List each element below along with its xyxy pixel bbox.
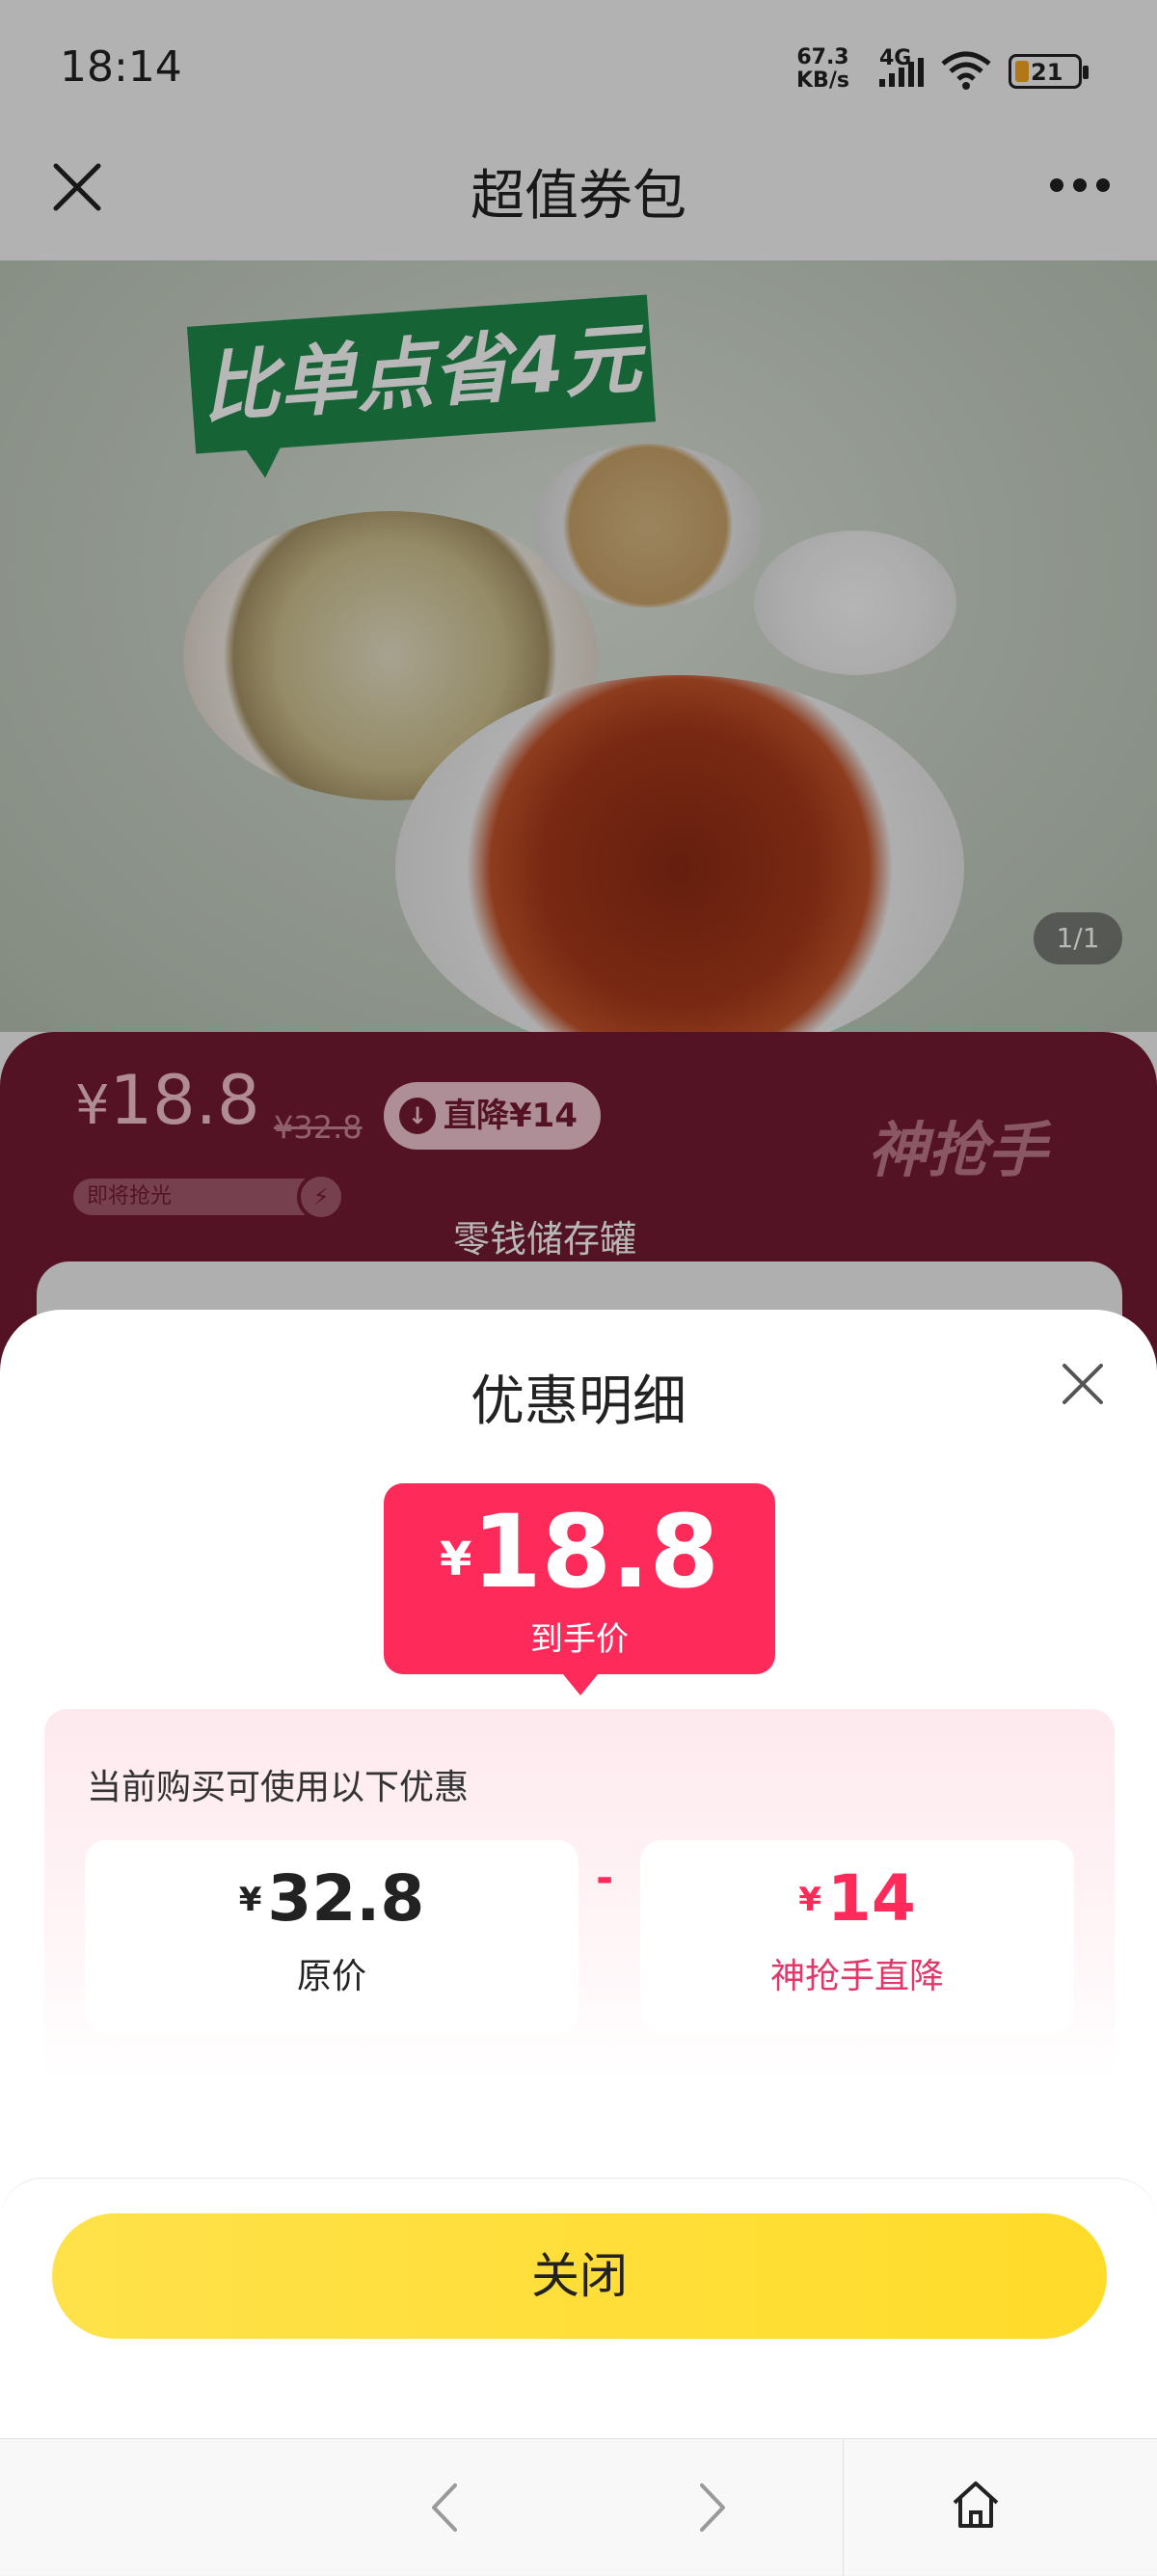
discount-detail-sheet: 优惠明细 ¥18.8 到手价 当前购买可使用以下优惠 ¥32.8 原价 - ¥1… — [0, 1310, 1157, 2438]
back-icon[interactable] — [424, 2481, 467, 2534]
home-icon[interactable] — [949, 2478, 1003, 2532]
close-button[interactable]: 关闭 — [52, 2213, 1107, 2339]
final-price-box: ¥18.8 到手价 — [384, 1483, 775, 1695]
original-price-value: ¥32.8 — [238, 1861, 425, 1936]
minus-operator: - — [596, 1854, 614, 1903]
toolbar-divider — [843, 2439, 844, 2576]
original-price-card: ¥32.8 原价 — [85, 1840, 578, 2033]
final-price-label: 到手价 — [530, 1620, 629, 1659]
sheet-title: 优惠明细 — [471, 1370, 686, 1433]
discount-label: 神抢手直降 — [769, 1957, 944, 1996]
browser-toolbar — [0, 2438, 1157, 2576]
discount-card: ¥14 神抢手直降 — [640, 1840, 1074, 2033]
forward-icon[interactable] — [690, 2481, 733, 2534]
detail-heading: 当前购买可使用以下优惠 — [87, 1768, 470, 1807]
close-icon[interactable] — [1061, 1362, 1105, 1406]
discount-detail-panel: 当前购买可使用以下优惠 ¥32.8 原价 - ¥14 神抢手直降 — [44, 1709, 1115, 2083]
discount-value: ¥14 — [798, 1861, 916, 1936]
sheet-footer: 关闭 — [0, 2178, 1157, 2438]
original-price-label: 原价 — [296, 1957, 366, 1996]
final-price: ¥18.8 — [439, 1493, 719, 1611]
